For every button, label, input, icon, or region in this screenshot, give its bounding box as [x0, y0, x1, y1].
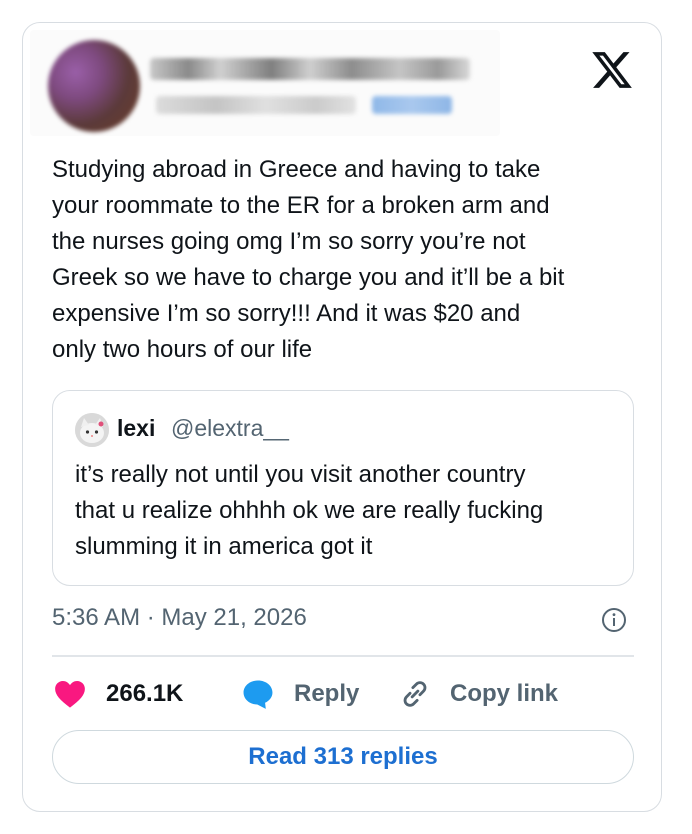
author-handle-redacted[interactable]	[156, 96, 356, 114]
quoted-author-name[interactable]: lexi	[117, 415, 155, 442]
link-icon	[403, 681, 427, 707]
reply-button[interactable]: Reply	[240, 674, 359, 714]
info-icon[interactable]	[601, 607, 627, 633]
quoted-author-handle[interactable]: @elextra__	[171, 415, 289, 442]
x-logo-icon[interactable]	[590, 48, 634, 92]
quoted-text: it’s really not until you visit another …	[75, 461, 544, 560]
like-count: 266.1K	[106, 680, 184, 707]
tweet-text: Studying abroad in Greece and having to …	[52, 156, 565, 363]
follow-link-redacted[interactable]	[372, 96, 452, 114]
author-avatar-redacted[interactable]	[48, 40, 140, 132]
copy-link-label: Copy link	[450, 680, 559, 707]
like-button[interactable]: 266.1K	[52, 674, 183, 714]
speech-bubble-icon	[243, 680, 273, 709]
quoted-avatar[interactable]	[75, 413, 109, 447]
divider	[52, 655, 634, 657]
read-replies-button[interactable]: Read 313 replies	[52, 730, 634, 784]
quoted-tweet[interactable]: lexi @elextra__ it’s really not until yo…	[52, 390, 634, 586]
heart-icon	[55, 680, 85, 708]
copy-link-button[interactable]: Copy link	[398, 674, 558, 714]
cat-avatar-icon	[75, 413, 109, 447]
reply-label: Reply	[294, 680, 360, 707]
author-name-redacted[interactable]	[150, 58, 470, 80]
tweet-timestamp[interactable]: 5:36 AM · May 21, 2026	[52, 604, 307, 632]
